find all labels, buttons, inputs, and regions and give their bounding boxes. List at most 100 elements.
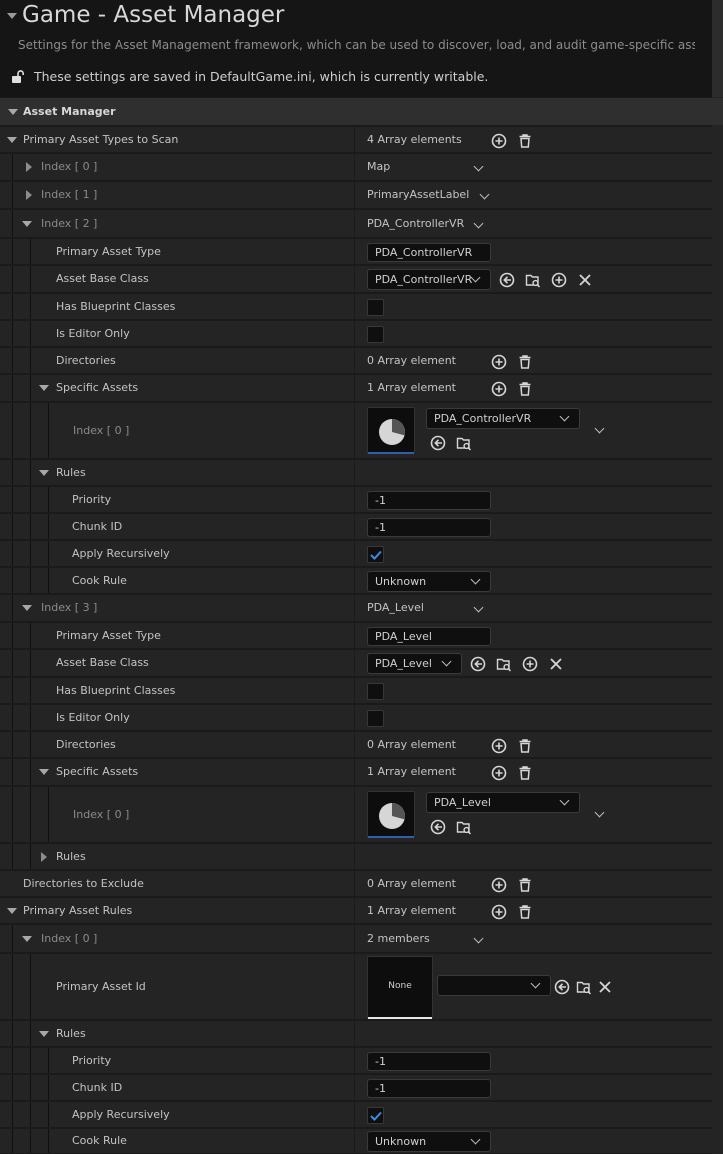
i2-asset-base-class-combo[interactable]: PDA_ControllerVR — [367, 269, 491, 290]
i2-asset-browse-icon[interactable] — [455, 434, 473, 452]
i2-editor-only-checkbox[interactable] — [367, 326, 384, 343]
par-asset-id-combo[interactable] — [437, 975, 551, 996]
i2-specific-assets-clear-icon[interactable] — [516, 380, 534, 398]
i2-new-class-icon[interactable] — [550, 271, 568, 289]
i3-directories-add-button[interactable] — [490, 737, 508, 755]
par-chunk-id-field[interactable]: -1 — [367, 1079, 491, 1098]
i2-browse-icon[interactable] — [524, 271, 542, 289]
i2-directories-add-button[interactable] — [490, 353, 508, 371]
i3-asset-thumbnail[interactable] — [367, 791, 415, 838]
par-use-selected-icon[interactable] — [553, 978, 571, 996]
expand-arrow-down-icon[interactable] — [22, 936, 32, 942]
i2-asset-use-button[interactable] — [429, 434, 447, 452]
i2-specific-expand-icon[interactable] — [594, 423, 605, 434]
primary-asset-rules-clear-button[interactable] — [516, 903, 534, 921]
i2-directories-clear-button[interactable] — [516, 353, 534, 371]
expand-arrow-down-icon[interactable] — [39, 769, 49, 775]
i3-specific-assets-add-button[interactable] — [490, 764, 508, 782]
i3-specific-expand-icon[interactable] — [594, 807, 605, 818]
expand-arrow-right-icon[interactable] — [26, 162, 32, 172]
directories-to-exclude-clear-icon[interactable] — [516, 876, 534, 894]
expand-arrow-down-icon[interactable] — [8, 109, 18, 115]
i3-directories-add-icon[interactable] — [490, 737, 508, 755]
i3-asset-base-class-combo[interactable]: PDA_Level — [367, 653, 462, 674]
i3-browse-button[interactable] — [495, 655, 513, 673]
primary-asset-types-clear-button[interactable] — [516, 132, 534, 150]
i2-asset-browse-button[interactable] — [455, 434, 473, 452]
i3-editor-only-checkbox[interactable] — [367, 710, 384, 727]
i3-specific-assets-clear-button[interactable] — [516, 764, 534, 782]
par-priority-field[interactable]: -1 — [367, 1052, 491, 1071]
par-apply-recursively-checkbox[interactable] — [367, 1107, 384, 1124]
i3-specific-assets-clear-icon[interactable] — [516, 764, 534, 782]
header-scrollbar[interactable] — [712, 0, 723, 97]
i2-specific-assets-add-icon[interactable] — [490, 380, 508, 398]
par-clear-icon[interactable] — [596, 978, 614, 996]
i2-asset-thumbnail[interactable] — [367, 407, 415, 454]
i2-use-selected-button[interactable] — [498, 271, 516, 289]
directories-to-exclude-add-button[interactable] — [490, 876, 508, 894]
i2-clear-class-icon[interactable] — [576, 271, 594, 289]
expand-arrow-right-icon[interactable] — [26, 190, 32, 200]
primary-asset-types-clear-icon[interactable] — [516, 132, 534, 150]
primary-asset-types-add-button[interactable] — [490, 132, 508, 150]
i2-cook-rule-combo[interactable]: Unknown — [367, 571, 491, 592]
i3-asset-use-button[interactable] — [429, 818, 447, 836]
i2-specific-assets-clear-button[interactable] — [516, 380, 534, 398]
i3-primary-asset-type-field[interactable]: PDA_Level — [367, 627, 491, 646]
i2-clear-class-button[interactable] — [576, 271, 594, 289]
pat-index-3-chevron-icon[interactable] — [473, 602, 484, 613]
i2-directories-add-icon[interactable] — [490, 353, 508, 371]
par-index-0-chevron-icon[interactable] — [473, 933, 484, 944]
i3-asset-browse-icon[interactable] — [455, 818, 473, 836]
i3-asset-use-icon[interactable] — [429, 818, 447, 836]
expand-arrow-down-icon[interactable] — [22, 221, 32, 227]
pat-index-2-chevron-icon[interactable] — [473, 218, 484, 229]
expand-arrow-down-icon[interactable] — [7, 137, 17, 143]
i2-priority-field[interactable]: -1 — [367, 491, 491, 510]
primary-asset-types-add-icon[interactable] — [490, 132, 508, 150]
i2-use-selected-icon[interactable] — [498, 271, 516, 289]
par-cook-rule-combo[interactable]: Unknown — [367, 1131, 491, 1152]
i2-asset-use-icon[interactable] — [429, 434, 447, 452]
pat-index-1-chevron-icon[interactable] — [479, 189, 490, 200]
i3-directories-clear-button[interactable] — [516, 737, 534, 755]
i3-use-selected-icon[interactable] — [469, 655, 487, 673]
par-asset-id-thumbnail[interactable]: None — [367, 956, 433, 1019]
i2-chunk-id-field[interactable]: -1 — [367, 518, 491, 537]
i2-browse-button[interactable] — [524, 271, 542, 289]
expand-arrow-down-icon[interactable] — [39, 385, 49, 391]
i2-primary-asset-type-field[interactable]: PDA_ControllerVR — [367, 243, 491, 262]
i3-use-selected-button[interactable] — [469, 655, 487, 673]
i3-clear-class-button[interactable] — [547, 655, 565, 673]
i2-has-blueprint-checkbox[interactable] — [367, 299, 384, 316]
i3-new-class-icon[interactable] — [521, 655, 539, 673]
i3-asset-browse-button[interactable] — [455, 818, 473, 836]
i2-apply-recursively-checkbox[interactable] — [367, 546, 384, 563]
par-use-selected-button[interactable] — [553, 978, 571, 996]
i3-specific-assets-add-icon[interactable] — [490, 764, 508, 782]
expand-arrow-down-icon[interactable] — [39, 1031, 49, 1037]
directories-to-exclude-add-icon[interactable] — [490, 876, 508, 894]
expand-arrow-right-icon[interactable] — [41, 852, 47, 862]
pat-index-0-chevron-icon[interactable] — [473, 161, 484, 172]
i3-browse-icon[interactable] — [495, 655, 513, 673]
expand-arrow-down-icon[interactable] — [22, 605, 32, 611]
i3-new-class-button[interactable] — [521, 655, 539, 673]
i3-has-blueprint-checkbox[interactable] — [367, 683, 384, 700]
i3-directories-clear-icon[interactable] — [516, 737, 534, 755]
expand-arrow-down-icon[interactable] — [7, 908, 17, 914]
i2-specific-assets-add-button[interactable] — [490, 380, 508, 398]
i2-new-class-button[interactable] — [550, 271, 568, 289]
par-clear-button[interactable] — [596, 978, 614, 996]
directories-to-exclude-clear-button[interactable] — [516, 876, 534, 894]
i2-specific-asset-combo[interactable]: PDA_ControllerVR — [426, 408, 580, 429]
primary-asset-rules-add-button[interactable] — [490, 903, 508, 921]
i3-clear-class-icon[interactable] — [547, 655, 565, 673]
collapse-header-icon[interactable] — [7, 13, 17, 19]
par-browse-button[interactable] — [575, 978, 593, 996]
i2-directories-clear-icon[interactable] — [516, 353, 534, 371]
expand-arrow-down-icon[interactable] — [39, 470, 49, 476]
primary-asset-rules-add-icon[interactable] — [490, 903, 508, 921]
i3-specific-asset-combo[interactable]: PDA_Level — [426, 792, 580, 813]
